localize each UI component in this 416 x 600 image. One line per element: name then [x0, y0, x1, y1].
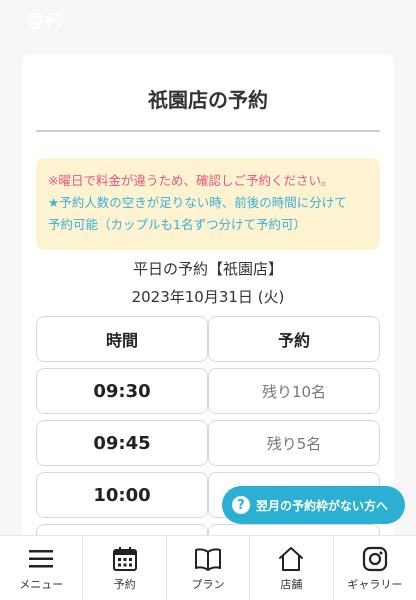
notice-box: ※曜日で料金が違うため、確認しご予約ください。 ★予約人数の空きが足りない時、前…: [36, 158, 380, 250]
calendar-icon: [112, 547, 137, 571]
nav-label-store: 店舗: [280, 578, 303, 591]
nav-label-gallery: ギャラリー: [347, 578, 403, 591]
table-row[interactable]: 09:30 残り10名: [36, 368, 380, 414]
next-month-help-label: 翌月の予約枠がない方へ: [256, 498, 389, 513]
title-divider: [36, 130, 380, 132]
slot-time: 10:00: [36, 472, 208, 518]
slot-remaining[interactable]: 残り5名: [208, 420, 380, 466]
next-month-help-button[interactable]: ? 翌月の予約枠がない方へ: [222, 486, 405, 524]
notice-line-price: ※曜日で料金が違うため、確認しご予約ください。: [48, 173, 334, 188]
slot-time: 09:30: [36, 368, 208, 414]
question-icon: ?: [232, 496, 250, 514]
notice-line-couple: 予約可能（カップルも1名ずつ分けて予約可）: [48, 217, 306, 232]
logo-text: 翌行: [26, 12, 64, 33]
table-row[interactable]: 09:45 残り5名: [36, 420, 380, 466]
nav-item-reservation[interactable]: 予約: [83, 536, 167, 600]
nav-label-menu: メニュー: [19, 578, 64, 591]
instagram-icon: [362, 546, 387, 572]
book-icon: [195, 548, 222, 571]
nav-item-menu[interactable]: メニュー: [0, 536, 84, 600]
nav-item-plan[interactable]: プラン: [167, 536, 251, 600]
header-time: 時間: [36, 316, 208, 362]
slot-remaining[interactable]: 残り10名: [208, 368, 380, 414]
notice-line-split: ★予約人数の空きが足りない時、前後の時間に分けて: [48, 195, 347, 210]
menu-icon: [29, 550, 54, 568]
nav-item-gallery[interactable]: ギャラリー: [334, 536, 416, 600]
bottom-nav: メニュー 予約 プラン 店舗 ギャラリー: [0, 535, 416, 600]
nav-label-reservation: 予約: [113, 578, 136, 591]
weekday-label: 平日の予約【祇園店】: [132, 260, 283, 278]
header-reservation: 予約: [208, 316, 380, 362]
page-title: 祇園店の予約: [148, 88, 268, 112]
table-header-row: 時間 予約: [36, 316, 380, 362]
selected-date: 2023年10月31日 (火): [131, 288, 285, 306]
home-icon: [279, 547, 304, 571]
slot-time: 09:45: [36, 420, 208, 466]
nav-item-store[interactable]: 店舗: [250, 536, 334, 600]
nav-label-plan: プラン: [191, 578, 225, 591]
